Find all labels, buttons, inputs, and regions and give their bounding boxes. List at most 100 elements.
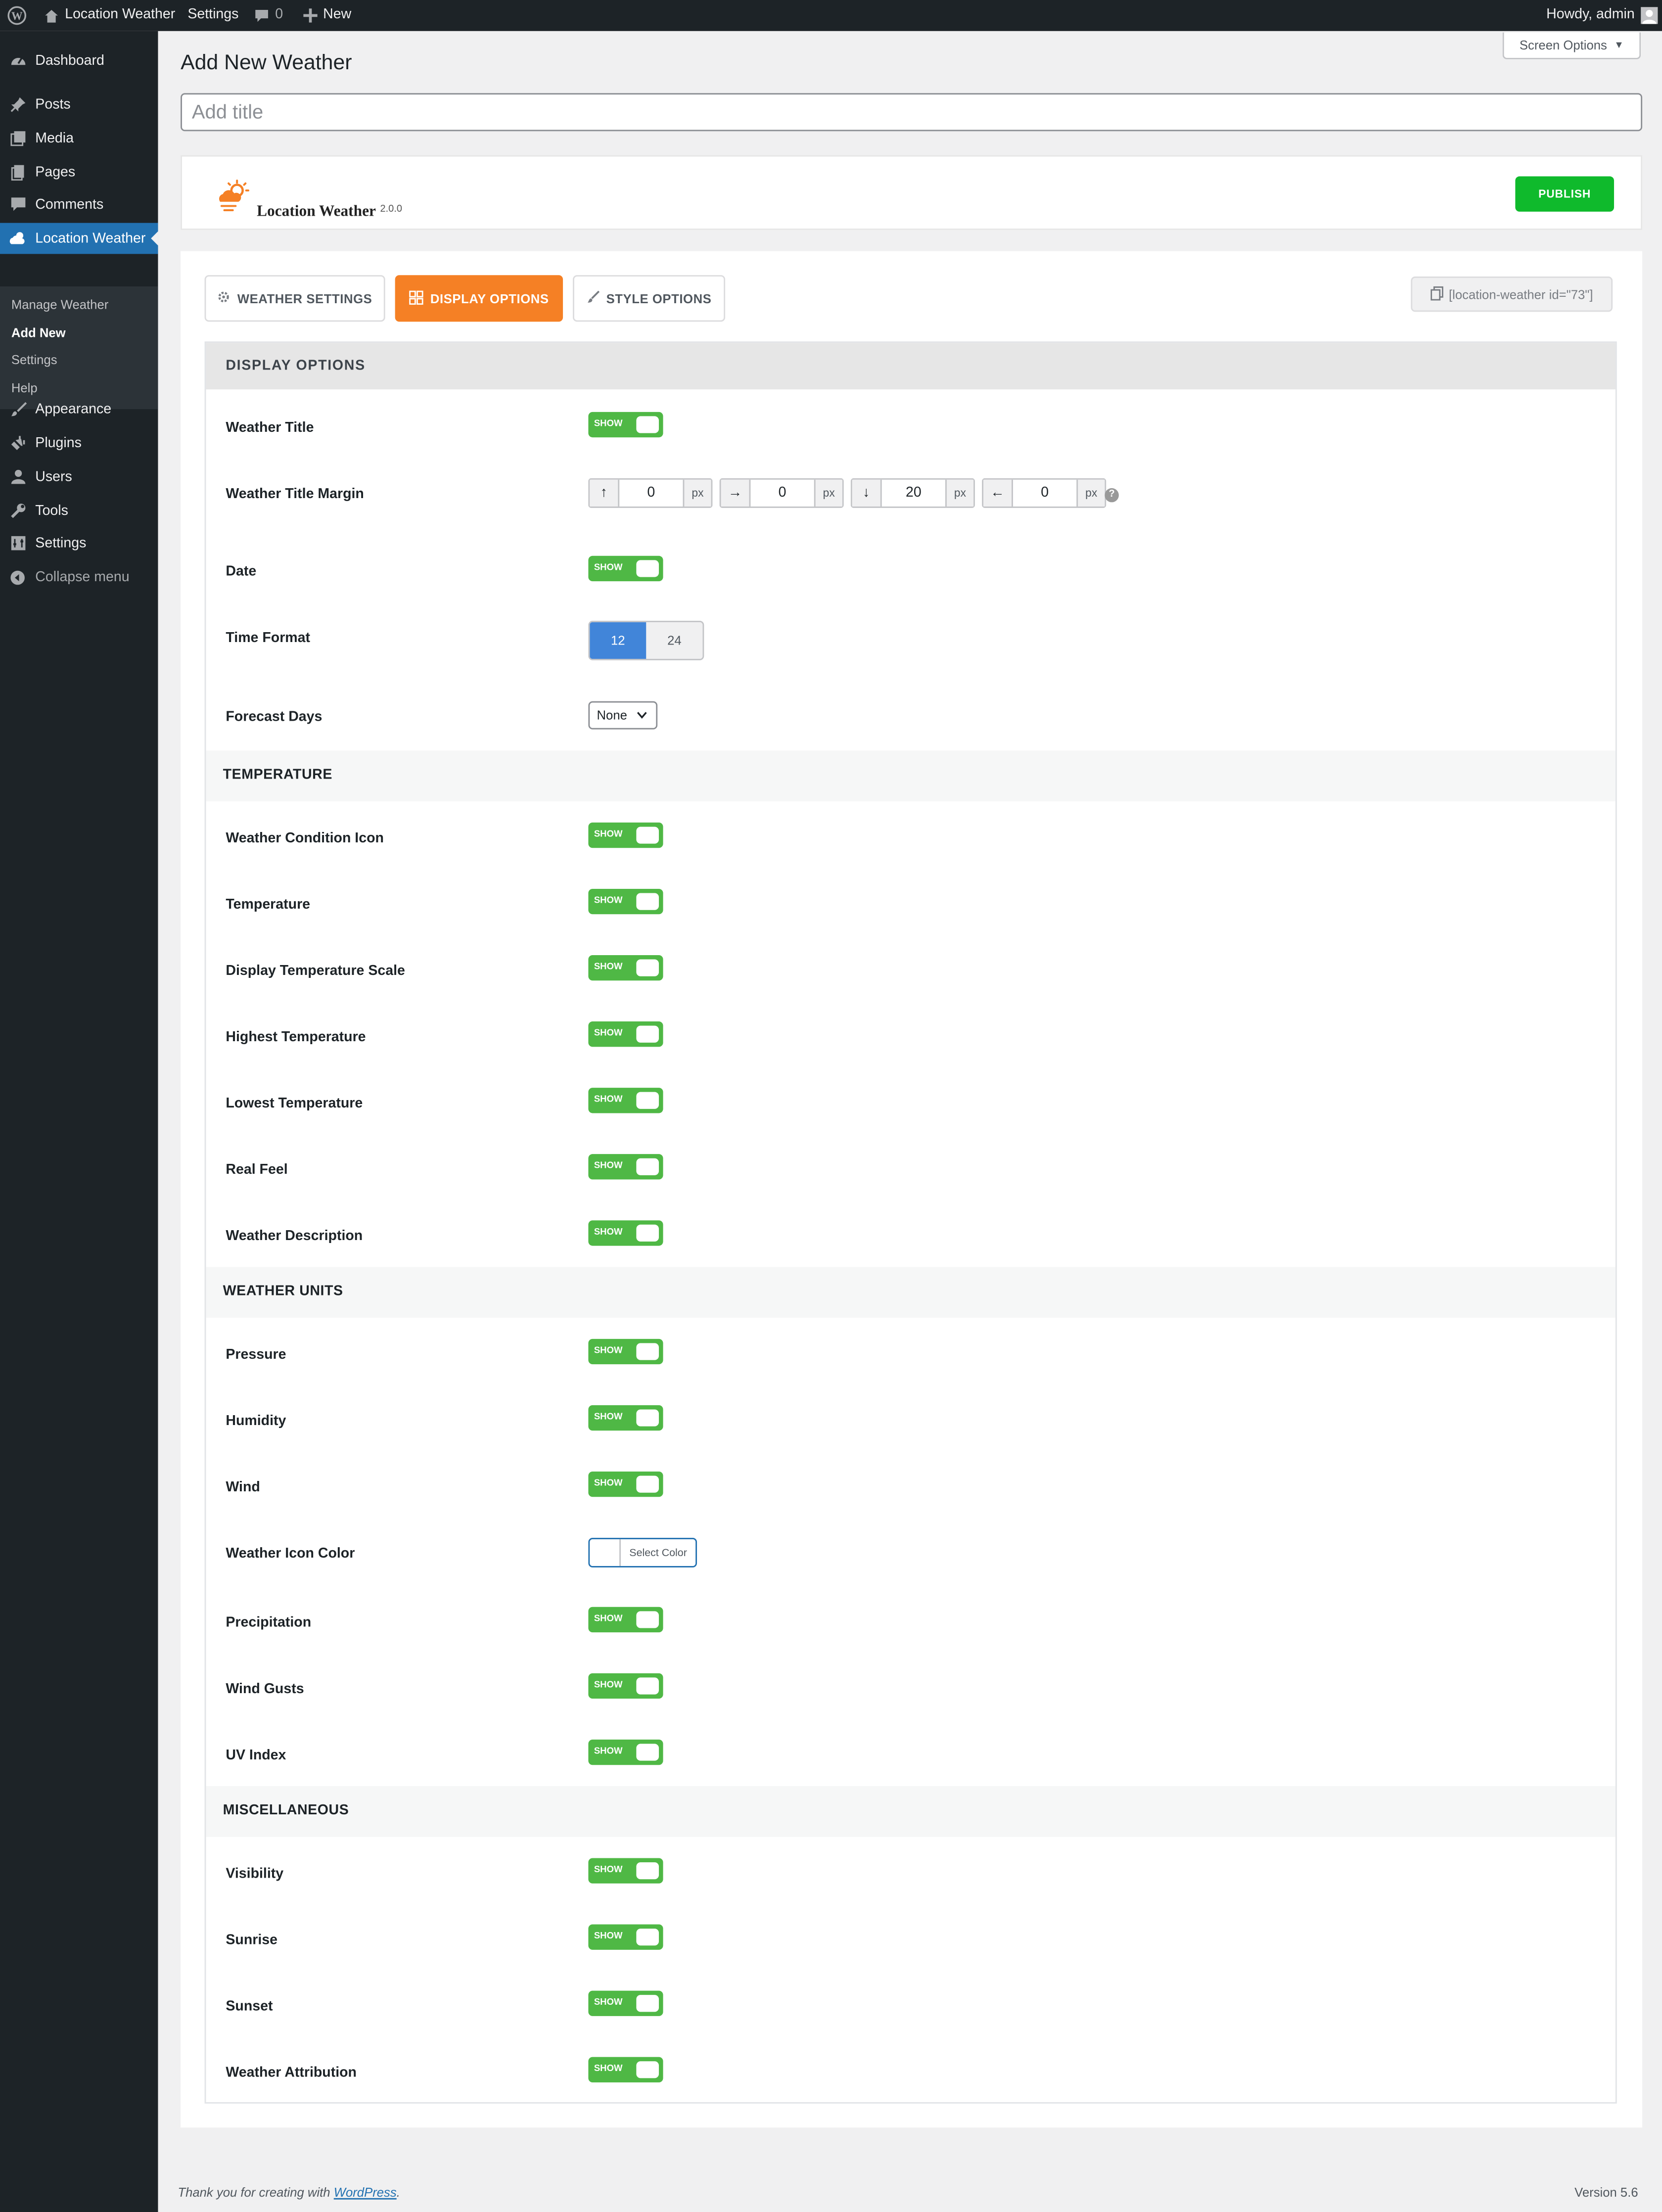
help-icon[interactable]: ? (1105, 488, 1119, 503)
weather-condition-icon-toggle[interactable]: SHOW (588, 822, 663, 848)
admin-bar-settings[interactable]: Settings (187, 0, 238, 31)
field-label: UV Index (226, 1748, 286, 1764)
wind-gusts-toggle[interactable]: SHOW (588, 1673, 663, 1699)
time-format-24[interactable]: 24 (646, 622, 703, 659)
admin-bar-new[interactable]: New (303, 0, 351, 31)
toggle-knob (636, 1158, 659, 1175)
time-format-buttons: 12 24 (588, 621, 704, 660)
menu-posts[interactable]: Posts (0, 89, 158, 120)
highest-temperature-toggle[interactable]: SHOW (588, 1021, 663, 1047)
toggle-knob (636, 1092, 659, 1109)
wordpress-logo-icon[interactable]: W (7, 0, 27, 31)
field-label: Weather Description (226, 1229, 363, 1244)
wordpress-link[interactable]: WordPress (334, 2185, 397, 2200)
weather-submenu: Manage Weather Add New Settings Help (0, 286, 158, 410)
toggle-knob (636, 1224, 659, 1242)
toggle-label: SHOW (594, 1028, 623, 1039)
title-input[interactable]: Add title (181, 93, 1643, 132)
temperature-scale-toggle[interactable]: SHOW (588, 955, 663, 981)
menu-comments[interactable]: Comments (0, 189, 158, 220)
field-label: Wind Gusts (226, 1681, 304, 1698)
margin-right-value[interactable]: 0 (750, 480, 814, 507)
field-label: Pressure (226, 1347, 286, 1363)
screen-options-button[interactable]: Screen Options ▼ (1502, 32, 1641, 59)
field-label: Wind (226, 1480, 260, 1496)
menu-dashboard[interactable]: Dashboard (0, 45, 158, 76)
field-label: Lowest Temperature (226, 1096, 363, 1112)
publish-button[interactable]: PUBLISH (1515, 176, 1615, 212)
margin-left-value[interactable]: 0 (1013, 480, 1076, 507)
weather-description-toggle[interactable]: SHOW (588, 1220, 663, 1246)
tab-display-options[interactable]: DISPLAY OPTIONS (395, 275, 563, 322)
precipitation-toggle[interactable]: SHOW (588, 1607, 663, 1633)
margin-left[interactable]: ← 0 px (982, 478, 1107, 508)
sunset-toggle[interactable]: SHOW (588, 1990, 663, 2016)
toggle-knob (636, 1862, 659, 1880)
menu-settings[interactable]: Settings (0, 528, 158, 559)
sunrise-toggle[interactable]: SHOW (588, 1924, 663, 1950)
collapse-menu-button[interactable]: Collapse menu (0, 561, 158, 593)
toggle-label: SHOW (594, 962, 623, 972)
tab-style-options[interactable]: STYLE OPTIONS (573, 275, 726, 322)
margin-bottom-value[interactable]: 20 (882, 480, 945, 507)
wind-toggle[interactable]: SHOW (588, 1471, 663, 1497)
toggle-label: SHOW (594, 2064, 623, 2074)
weather-title-toggle[interactable]: SHOW (588, 412, 663, 438)
menu-pages[interactable]: Pages (0, 157, 158, 188)
submenu-settings[interactable]: Settings (11, 353, 57, 367)
submenu-add-new[interactable]: Add New (11, 326, 66, 340)
lowest-temperature-toggle[interactable]: SHOW (588, 1088, 663, 1113)
field-label: Sunset (226, 1999, 273, 2015)
menu-tools[interactable]: Tools (0, 495, 158, 526)
pressure-toggle[interactable]: SHOW (588, 1338, 663, 1365)
menu-users[interactable]: Users (0, 461, 158, 493)
toggle-knob (636, 1025, 659, 1043)
copy-icon (1430, 285, 1443, 303)
margin-right[interactable]: → 0 px (719, 478, 844, 508)
submenu-help[interactable]: Help (11, 381, 38, 395)
gear-icon (218, 291, 231, 306)
site-link[interactable]: Location Weather (44, 0, 175, 31)
footer-thanks-text: Thank you for creating with (178, 2185, 334, 2200)
toggle-knob (636, 1929, 659, 1946)
humidity-toggle[interactable]: SHOW (588, 1405, 663, 1431)
screen-options-label: Screen Options (1519, 38, 1607, 52)
forecast-days-select[interactable]: None (588, 701, 658, 730)
weather-icon-color-picker[interactable]: Select Color (588, 1537, 697, 1567)
toggle-label: SHOW (594, 830, 623, 840)
weather-attribution-toggle[interactable]: SHOW (588, 2057, 663, 2082)
toggle-knob (636, 1343, 659, 1360)
footer-thanks: Thank you for creating with WordPress. (178, 2185, 400, 2200)
toggle-knob (636, 959, 659, 976)
panel-title: DISPLAY OPTIONS (206, 343, 1616, 390)
wrench-icon (8, 502, 27, 520)
my-account[interactable]: Howdy, admin (1546, 0, 1658, 31)
submenu-manage-weather[interactable]: Manage Weather (11, 298, 108, 312)
menu-label: Collapse menu (35, 569, 130, 585)
admin-bar-comments[interactable]: 0 (254, 0, 283, 31)
margin-top-value[interactable]: 0 (619, 480, 683, 507)
margin-bottom[interactable]: ↓ 20 px (850, 478, 975, 508)
visibility-toggle[interactable]: SHOW (588, 1858, 663, 1884)
toggle-label: SHOW (594, 1161, 623, 1171)
tab-weather-settings[interactable]: WEATHER SETTINGS (204, 275, 385, 322)
menu-location-weather[interactable]: Location Weather (0, 223, 158, 254)
footer-version: Version 5.6 (1574, 2185, 1638, 2200)
menu-appearance[interactable]: Appearance (0, 394, 158, 425)
field-label: Real Feel (226, 1162, 288, 1178)
real-feel-toggle[interactable]: SHOW (588, 1154, 663, 1180)
margin-top[interactable]: ↑ 0 px (588, 478, 713, 508)
uv-index-toggle[interactable]: SHOW (588, 1739, 663, 1765)
pages-icon (8, 163, 27, 181)
date-toggle[interactable]: SHOW (588, 555, 663, 582)
field-label: Time Format (226, 630, 311, 646)
menu-media[interactable]: Media (0, 123, 158, 154)
field-label: Temperature (226, 897, 311, 913)
brush-icon (587, 290, 600, 306)
toggle-label: SHOW (594, 1680, 623, 1691)
shortcode-copy[interactable]: [location-weather id="73"] (1411, 276, 1613, 312)
temperature-toggle[interactable]: SHOW (588, 888, 663, 915)
time-format-12[interactable]: 12 (590, 622, 646, 659)
menu-plugins[interactable]: Plugins (0, 427, 158, 459)
toggle-knob (636, 1611, 659, 1628)
